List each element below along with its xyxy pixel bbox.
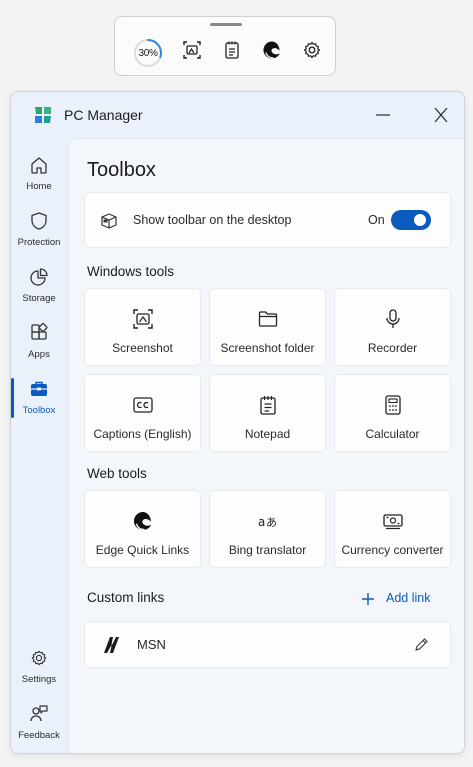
custom-link-msn[interactable]: MSN xyxy=(84,621,451,668)
show-toolbar-setting: Show toolbar on the desktop On xyxy=(84,192,451,248)
nav-home-label: Home xyxy=(26,181,52,192)
screenshot-icon xyxy=(183,41,201,59)
shield-icon xyxy=(31,212,47,230)
nav-feedback-label: Feedback xyxy=(18,730,60,741)
web-tools-title: Web tools xyxy=(87,466,147,481)
nav-toolbox[interactable]: Toolbox xyxy=(11,379,67,433)
tile-label: Edge Quick Links xyxy=(95,543,190,557)
pie-chart-icon xyxy=(30,268,48,286)
nav-storage-label: Storage xyxy=(22,293,56,304)
tile-label: Bing translator xyxy=(228,543,307,557)
memory-usage-button[interactable]: 30% xyxy=(133,38,163,68)
nav-protection-label: Protection xyxy=(17,237,61,248)
edit-pencil-icon[interactable] xyxy=(413,637,429,653)
toolbar-box-icon xyxy=(101,213,117,229)
drag-handle[interactable] xyxy=(210,23,242,26)
toolbar-settings-button[interactable] xyxy=(301,39,323,61)
tile-label: Recorder xyxy=(367,341,418,355)
nav-protection[interactable]: Protection xyxy=(11,211,67,265)
custom-links-title: Custom links xyxy=(87,590,165,605)
settings-icon xyxy=(303,41,321,59)
tile-recorder[interactable]: Recorder xyxy=(334,288,451,366)
folder-icon xyxy=(258,311,277,327)
close-icon xyxy=(434,108,448,122)
edge-icon xyxy=(263,41,280,59)
plus-icon xyxy=(362,593,374,605)
tile-bing-translator[interactable]: a あ Bing translator xyxy=(209,490,326,568)
notepad-icon xyxy=(225,41,239,59)
tile-notepad[interactable]: Notepad xyxy=(209,374,326,452)
nav-feedback[interactable]: Feedback xyxy=(11,704,67,753)
home-icon xyxy=(31,157,47,174)
nav-apps-label: Apps xyxy=(28,349,50,360)
notepad-icon xyxy=(259,396,276,415)
tile-label: Screenshot xyxy=(112,341,173,355)
tile-label: Notepad xyxy=(244,427,291,441)
nav-settings[interactable]: Settings xyxy=(11,648,67,702)
minimize-button[interactable] xyxy=(363,100,403,130)
svg-text:あ: あ xyxy=(266,516,277,529)
nav-home[interactable]: Home xyxy=(11,155,67,209)
tile-label: Calculator xyxy=(365,427,420,441)
toggle-knob xyxy=(414,214,426,226)
currency-icon xyxy=(382,514,403,530)
show-toolbar-label: Show toolbar on the desktop xyxy=(133,213,292,227)
toggle-state-text: On xyxy=(368,213,385,227)
tile-screenshot[interactable]: Screenshot xyxy=(84,288,201,366)
minimize-icon xyxy=(376,114,390,116)
msn-icon xyxy=(102,635,122,655)
tile-captions[interactable]: Captions (English) xyxy=(84,374,201,452)
nav-apps[interactable]: Apps xyxy=(11,323,67,377)
memory-percent: 30% xyxy=(138,47,158,59)
windows-tools-title: Windows tools xyxy=(87,264,175,279)
show-toolbar-toggle[interactable] xyxy=(391,210,431,230)
calculator-icon xyxy=(384,395,401,415)
floating-toolbar: 30% xyxy=(114,16,336,76)
captions-icon xyxy=(132,397,153,413)
tile-label: Screenshot folder xyxy=(220,341,315,355)
window-title: PC Manager xyxy=(64,107,143,123)
nav-settings-label: Settings xyxy=(21,674,57,685)
tile-edge-quick-links[interactable]: Edge Quick Links xyxy=(84,490,201,568)
add-link-label: Add link xyxy=(386,591,431,605)
pc-manager-window: PC Manager Home Protection Storage Apps … xyxy=(10,91,465,754)
microphone-icon xyxy=(385,309,400,328)
pc-manager-logo-icon xyxy=(35,107,51,123)
apps-icon xyxy=(31,323,48,340)
nav-storage[interactable]: Storage xyxy=(11,267,67,321)
toolbar-edge-button[interactable] xyxy=(261,39,283,61)
svg-text:a: a xyxy=(258,515,265,529)
tile-calculator[interactable]: Calculator xyxy=(334,374,451,452)
tile-label: Captions (English) xyxy=(93,427,192,441)
tile-screenshot-folder[interactable]: Screenshot folder xyxy=(209,288,326,366)
page-title: Toolbox xyxy=(87,159,156,181)
tile-currency-converter[interactable]: Currency converter xyxy=(334,490,451,568)
toolbar-screenshot-button[interactable] xyxy=(181,39,203,61)
translate-icon: a あ xyxy=(258,515,277,529)
custom-link-name: MSN xyxy=(137,637,166,652)
gear-icon xyxy=(31,650,47,666)
feedback-icon xyxy=(30,705,48,722)
toolbar-notepad-button[interactable] xyxy=(221,39,243,61)
title-bar[interactable]: PC Manager xyxy=(11,92,464,138)
close-button[interactable] xyxy=(421,100,461,130)
content-pane: Toolbox Show toolbar on the desktop On W… xyxy=(68,138,464,753)
toolbox-icon xyxy=(31,381,47,396)
tile-label: Currency converter xyxy=(341,543,444,557)
nav-toolbox-label: Toolbox xyxy=(22,405,56,416)
edge-icon xyxy=(133,511,151,531)
screenshot-icon xyxy=(132,309,153,329)
